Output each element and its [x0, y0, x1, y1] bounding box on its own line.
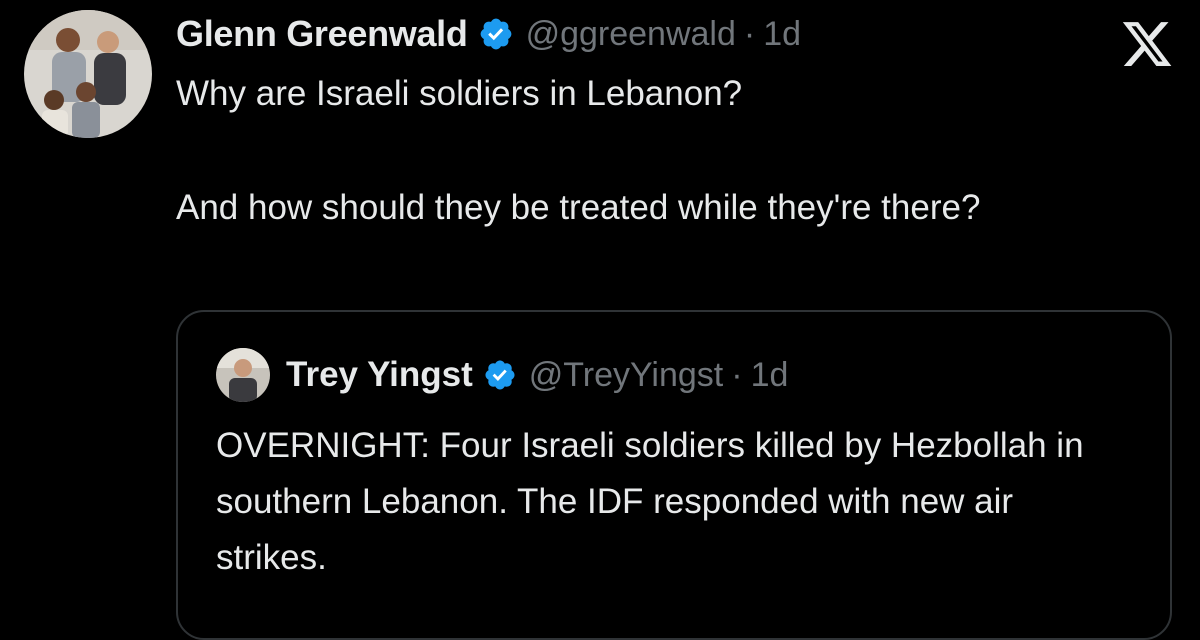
quoted-author-avatar[interactable] — [216, 348, 270, 402]
author-handle[interactable]: @ggreenwald — [526, 15, 736, 54]
verified-badge-icon — [478, 16, 514, 52]
tweet-header: Glenn Greenwald @ggreenwald · 1d — [176, 10, 801, 58]
tweet-timestamp[interactable]: 1d — [763, 15, 801, 54]
separator-dot: · — [731, 355, 743, 394]
quoted-tweet-body: OVERNIGHT: Four Israeli soldiers killed … — [216, 426, 1084, 577]
quoted-tweet-header: Trey Yingst @TreyYingst · 1d — [216, 348, 788, 402]
quoted-author-name[interactable]: Trey Yingst — [286, 355, 473, 395]
separator-dot: · — [743, 14, 756, 53]
tweet-paragraph: And how should they be treated while the… — [176, 188, 981, 227]
quoted-tweet-card[interactable]: Trey Yingst @TreyYingst · 1d OVERNIGHT: … — [176, 310, 1172, 640]
quoted-tweet-timestamp[interactable]: 1d — [751, 356, 789, 395]
author-avatar[interactable] — [24, 10, 152, 138]
quoted-author-handle[interactable]: @TreyYingst — [529, 356, 724, 395]
tweet-paragraph: Why are Israeli soldiers in Lebanon? — [176, 74, 743, 113]
tweet-body: Why are Israeli soldiers in Lebanon? And… — [176, 65, 1116, 236]
verified-badge-icon — [483, 358, 517, 392]
x-logo-icon — [1120, 17, 1174, 71]
author-name[interactable]: Glenn Greenwald — [176, 13, 468, 55]
